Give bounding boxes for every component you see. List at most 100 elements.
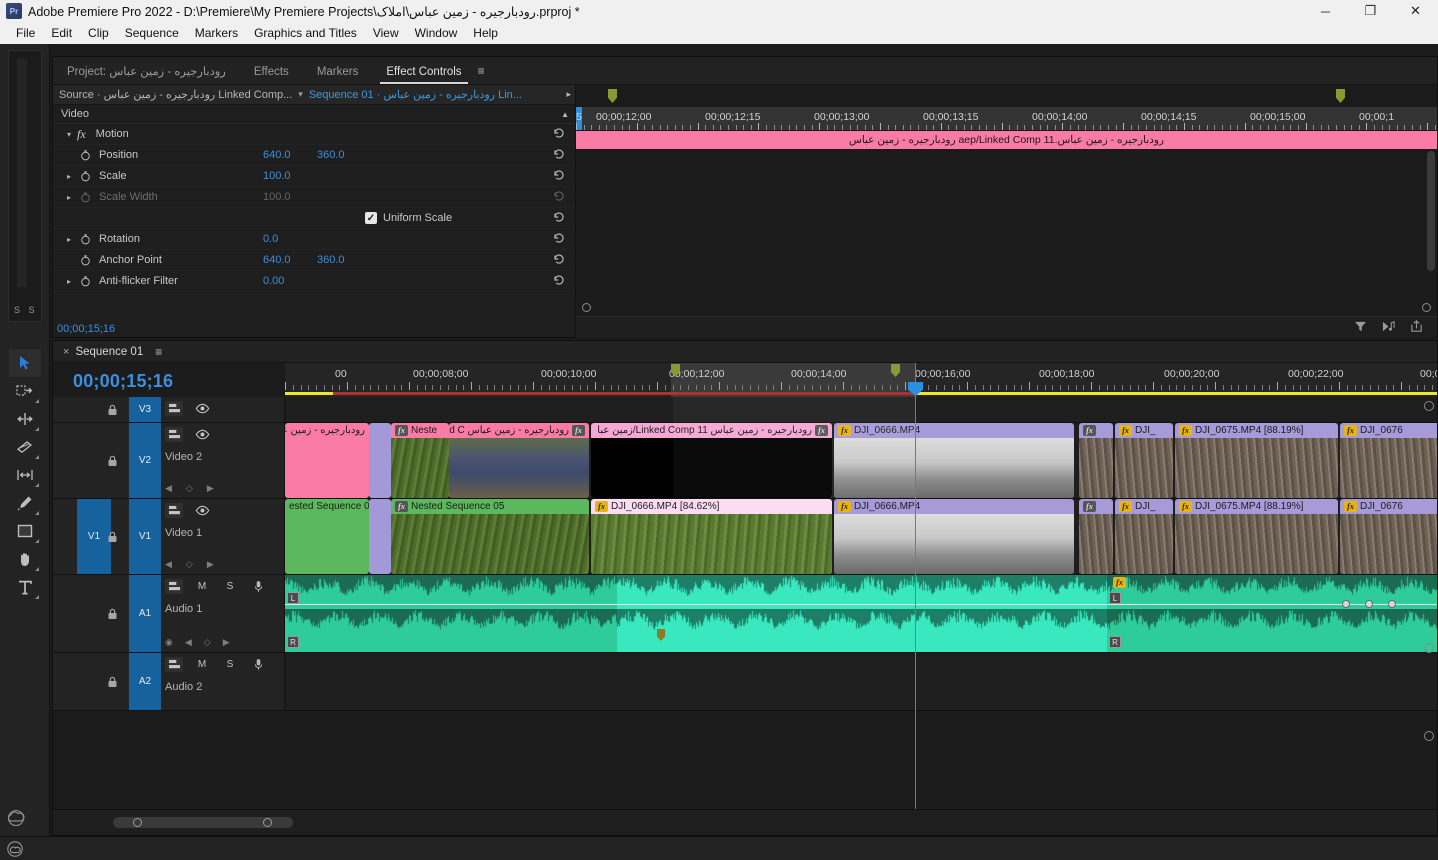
solo-track-button[interactable]: S [221,579,239,594]
track-body-a1[interactable]: L R L Rfx [285,575,1437,652]
tab-sequence-01[interactable]: Sequence 01 [75,346,143,358]
property-value-1[interactable]: 100.0 [263,170,317,182]
expand-triangle-icon[interactable]: ▸ [61,193,77,202]
lock-track-icon[interactable] [103,653,121,710]
playhead[interactable] [908,363,923,397]
close-sequence-tab-icon[interactable]: × [53,346,75,358]
clip[interactable]: رودبارجیره - زمین عباس.aep [285,423,369,498]
add-keyframe-icon[interactable]: ◇ [186,559,193,570]
filter-icon[interactable] [1354,320,1367,336]
sync-lock-icon[interactable] [165,401,183,416]
clip[interactable]: fx DJI_0666.MP4 [834,499,1074,574]
audio-clip[interactable] [617,575,1107,652]
track-header-v1[interactable]: V1 V1 Video 1 ◀ ◇ ▶ [53,499,285,574]
volume-icon[interactable]: ◉ [165,637,173,648]
menu-edit[interactable]: Edit [43,24,80,42]
reset-icon[interactable] [553,148,565,163]
menu-sequence[interactable]: Sequence [117,24,187,42]
track-name-v2[interactable]: V2 [129,423,161,498]
volume-rubber-band[interactable] [285,604,617,605]
ec-time-ruler[interactable]: 5 00;00;12;00 00;00;12;15 00;00;13;00 00;00;… [576,107,1437,131]
minimize-button[interactable]: ─ [1303,0,1348,22]
reset-icon[interactable] [553,274,565,289]
ec-clip-bar[interactable]: رودبارجیره - زمین عباس.aep/Linked Comp 1… [576,131,1437,149]
keyframe-nav[interactable]: ◉ ◀ ◇ ▶ [165,637,230,648]
clip[interactable]: fx DJI_ [1115,499,1173,574]
stopwatch-icon[interactable] [77,170,93,182]
rectangle-tool[interactable] [9,517,41,545]
volume-keyframe[interactable] [1365,600,1373,608]
lock-track-icon[interactable] [103,575,121,652]
clip[interactable]: fx رودبارجیره - زمین عباس Linked Comp 11/… [591,423,832,498]
expand-triangle-icon[interactable]: ▸ [61,277,77,286]
menu-graphics-and-titles[interactable]: Graphics and Titles [246,24,365,42]
track-header-v3[interactable]: V3 [53,397,285,422]
timeline-panel-menu-icon[interactable]: ≡ [143,345,162,359]
timeline-vertical-scrollbar[interactable] [1423,401,1434,771]
ec-keyframe-area[interactable] [576,149,1437,316]
next-keyframe-icon[interactable]: ▶ [207,559,214,570]
property-scale-width[interactable]: ▸ Scale Width 100.0 [53,187,575,208]
sequence-marker[interactable] [608,89,617,103]
razor-tool[interactable] [9,433,41,461]
stopwatch-icon[interactable] [77,254,93,266]
track-name-v1[interactable]: V1 [129,499,161,574]
next-keyframe-icon[interactable]: ▶ [207,483,214,494]
ec-vertical-scrollbar[interactable] [1427,151,1435,271]
expand-triangle-icon[interactable]: ▸ [61,172,77,181]
property-value-2[interactable]: 360.0 [317,149,371,161]
ec-tab-2[interactable]: Markers [303,62,373,84]
reset-icon[interactable] [553,232,565,247]
clip[interactable]: fx DJI_0666.MP4 [84.62%] [591,499,832,574]
clip[interactable]: fx DJI_0675.MP4 [88.19%] [1175,499,1338,574]
prev-keyframe-icon[interactable]: ◀ [185,637,192,648]
mic-icon[interactable] [249,657,267,672]
clip[interactable]: fx DJI_0666.MP4 [834,423,1074,498]
expand-triangle-icon[interactable]: ▸ [61,235,77,244]
sync-lock-icon[interactable] [165,503,183,518]
track-body-v2[interactable]: رودبارجیره - زمین عباس.aepfxNestefxرودبا… [285,423,1437,498]
property-value-1[interactable]: 0.0 [263,233,317,245]
timeline-time-ruler[interactable]: 00 00;00;08;00 00;00;10;00 00;00;12;00 00;00… [285,363,1437,397]
sequence-marker[interactable] [1336,89,1345,103]
mic-icon[interactable] [249,579,267,594]
type-tool[interactable] [9,573,41,601]
expand-triangle-icon[interactable]: ▾ [61,130,77,139]
volume-keyframe[interactable] [1342,600,1350,608]
reset-icon[interactable] [553,190,565,205]
track-header-v2[interactable]: V2 Video 2 ◀ ◇ ▶ [53,423,285,498]
close-button[interactable]: ✕ [1393,0,1438,22]
property-position[interactable]: ▸ Position 640.0360.0 [53,145,575,166]
clip[interactable] [369,423,391,498]
menu-clip[interactable]: Clip [80,24,117,42]
timeline-playhead-timecode[interactable]: 00;00;15;16 [73,371,173,392]
property-anchor-point[interactable]: ▸ Anchor Point 640.0360.0 [53,250,575,271]
clip[interactable]: fx [1079,499,1113,574]
stopwatch-icon[interactable] [77,275,93,287]
sync-lock-icon[interactable] [165,579,183,594]
clip[interactable]: fx [1079,423,1113,498]
menu-view[interactable]: View [365,24,407,42]
audio-clip[interactable]: L Rfx [1107,575,1437,652]
export-icon[interactable] [1410,319,1423,336]
chevron-right-icon[interactable]: ▸ [566,89,571,100]
mute-track-button[interactable]: M [193,657,211,672]
video-section-header[interactable]: Video ▲ [53,105,575,124]
ec-tab-0[interactable]: Project: رودبارجیره - زمین عباس [53,60,240,84]
pen-tool[interactable] [9,489,41,517]
maximize-button[interactable]: ❐ [1348,0,1393,22]
sync-lock-icon[interactable] [165,657,183,672]
property-value-1[interactable]: 640.0 [263,254,317,266]
clip[interactable] [369,499,391,574]
lock-track-icon[interactable] [103,423,121,498]
toggle-track-output-icon[interactable] [193,401,211,416]
add-keyframe-icon[interactable]: ◇ [204,637,211,648]
audio-clip[interactable]: LR [285,575,617,652]
menu-help[interactable]: Help [465,24,506,42]
next-keyframe-icon[interactable]: ▶ [223,637,230,648]
menu-window[interactable]: Window [407,24,466,42]
property-anti-flicker-filter[interactable]: ▸ Anti-flicker Filter 0.00 [53,271,575,292]
toggle-track-output-icon[interactable] [193,427,211,442]
ec-zoom-handle-left[interactable] [582,303,591,312]
keyframe-nav[interactable]: ◀ ◇ ▶ [165,483,214,494]
